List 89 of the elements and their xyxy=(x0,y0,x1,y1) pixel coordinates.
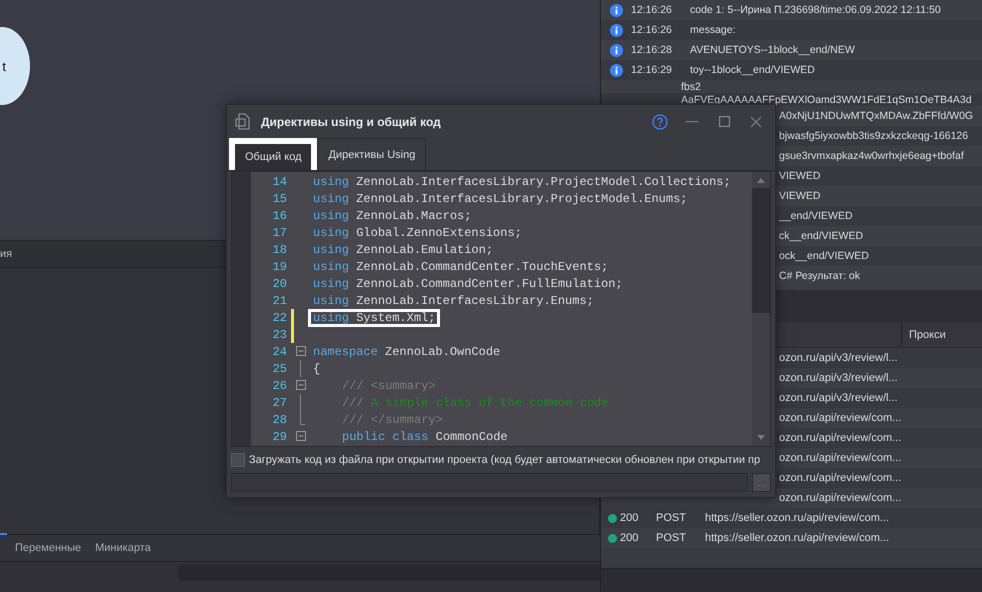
minimize-icon xyxy=(686,120,698,122)
code-line: using ZennoLab.CommandCenter.FullEmulation; xyxy=(312,276,624,290)
line-number: 16 xyxy=(272,208,287,222)
code-line: /// A simple class of the common code xyxy=(341,396,610,410)
request-url: https://seller.ozon.ru/api/review/com... xyxy=(705,512,890,524)
log-message: ck__end/VIEWED xyxy=(779,230,864,242)
line-number: 20 xyxy=(272,276,287,290)
code-line: using System.Xml; xyxy=(310,310,438,324)
log-message: code 1: 5--Ирина П.236698/time:06.09.2022 12:11:50 xyxy=(690,4,941,16)
log-message: __end/VIEWED xyxy=(779,210,853,222)
log-message: VIEWED xyxy=(779,190,820,202)
fold-end xyxy=(297,411,305,428)
maximize-icon xyxy=(718,116,730,127)
close-icon xyxy=(750,116,762,128)
request-url: ozon.ru/api/review/com... xyxy=(779,412,902,424)
line-number: 18 xyxy=(272,242,287,256)
help-icon xyxy=(652,114,668,130)
log-message: message: xyxy=(690,24,736,36)
request-url: https://seller.ozon.ru/api/review/com... xyxy=(705,532,890,544)
fold-line xyxy=(300,360,302,377)
log-message: AVENUETOYS--1block__end/NEW xyxy=(690,44,855,56)
code-editor[interactable] xyxy=(231,171,771,447)
fold-line xyxy=(300,394,302,411)
info-icon xyxy=(610,4,623,16)
log-message: gsue3rvmxapkaz4w0wrhxje6eag+tbofaf xyxy=(779,150,964,162)
log-message: AaFVEgAAAAAAFFpEWXlOamd3WW1FdE1qSm1OeTB4A3d xyxy=(681,94,972,106)
status-code: 200 xyxy=(620,512,640,524)
line-number: 22 xyxy=(272,310,287,324)
code-line: using ZennoLab.InterfacesLibrary.ProjectModel.Collections; xyxy=(312,174,732,188)
log-time: 12:16:26 xyxy=(631,4,673,16)
status-code: 200 xyxy=(620,532,640,544)
code-line: using ZennoLab.InterfacesLibrary.Enums; xyxy=(312,294,595,308)
request-url: ozon.ru/api/v3/review/l... xyxy=(779,392,899,404)
line-number: 27 xyxy=(272,396,287,410)
log-time: 12:16:29 xyxy=(631,64,673,76)
line-number: 29 xyxy=(272,430,287,444)
request-url: ozon.ru/api/v3/review/l... xyxy=(779,352,899,364)
dialog-tab[interactable]: Директивы Using xyxy=(317,138,426,170)
request-url: ozon.ru/api/review/com... xyxy=(779,472,902,484)
scroll-up-icon[interactable] xyxy=(757,178,765,183)
line-number: 28 xyxy=(272,412,287,426)
scroll-thumb[interactable] xyxy=(752,188,770,313)
code-line: public class CommonCode xyxy=(341,430,509,444)
request-url: ozon.ru/api/review/com... xyxy=(779,492,902,504)
log-message: A0xNjU1NDUwMTQxMDAw.ZbFFfd/W0G xyxy=(779,110,974,122)
line-number: 24 xyxy=(272,344,287,358)
panel-tab[interactable]: Миникарта xyxy=(95,542,151,554)
code-file-icon xyxy=(235,113,251,130)
log-time: 12:16:26 xyxy=(631,24,673,36)
line-number: 23 xyxy=(272,328,287,342)
line-number: 19 xyxy=(272,260,287,274)
log-message: VIEWED xyxy=(779,170,820,182)
code-line: using ZennoLab.Emulation; xyxy=(312,242,494,256)
log-message: bjwasfg5iyxowbb3tis9zxkzckeqg-166126 xyxy=(779,130,968,142)
log-message: toy--1block__end/VIEWED xyxy=(690,64,815,76)
log-message: fbs2 xyxy=(681,80,701,92)
line-number: 21 xyxy=(272,294,287,308)
scroll-down-icon[interactable] xyxy=(757,435,765,440)
info-icon xyxy=(610,24,623,36)
panel-title: ия xyxy=(0,248,12,260)
code-line: using Global.ZennoExtensions; xyxy=(312,226,523,240)
log-message: ock__end/VIEWED xyxy=(779,250,869,262)
log-time: 12:16:28 xyxy=(631,44,673,56)
code-line: using ZennoLab.CommandCenter.TouchEvents; xyxy=(312,260,610,274)
dialog-title: Директивы using и общий код xyxy=(261,114,442,128)
line-number: 26 xyxy=(272,378,287,392)
request-method: POST xyxy=(656,532,687,544)
info-icon xyxy=(610,44,623,56)
request-url: ozon.ru/api/v3/review/l... xyxy=(779,372,899,384)
line-number: 15 xyxy=(272,192,287,206)
panel-tab[interactable]: Переменные xyxy=(15,542,82,554)
code-line: namespace ZennoLab.OwnCode xyxy=(312,344,502,358)
request-method: POST xyxy=(656,512,687,524)
code-line: { xyxy=(312,362,322,376)
dialog-tab[interactable]: Общий код xyxy=(229,138,318,170)
line-number: 14 xyxy=(272,174,287,188)
line-number: 17 xyxy=(272,226,287,240)
code-line: using ZennoLab.InterfacesLibrary.ProjectModel.Enums; xyxy=(312,192,688,206)
checkbox-label: Загружать код из файла при открытии проекта (код будет автоматически обновлен при открытии пр xyxy=(249,454,760,466)
log-message: C# Результат: ok xyxy=(779,270,860,282)
scrollbar[interactable] xyxy=(752,172,770,446)
diagram-node[interactable]: t xyxy=(0,27,30,105)
code-line: using ZennoLab.Macros; xyxy=(312,208,472,222)
line-number: 25 xyxy=(272,362,287,376)
checkbox[interactable] xyxy=(231,453,245,467)
request-url: ozon.ru/api/review/com... xyxy=(779,432,902,444)
request-url: ozon.ru/api/review/com... xyxy=(779,452,902,464)
info-icon xyxy=(610,64,623,76)
tab-indicator xyxy=(0,533,7,535)
